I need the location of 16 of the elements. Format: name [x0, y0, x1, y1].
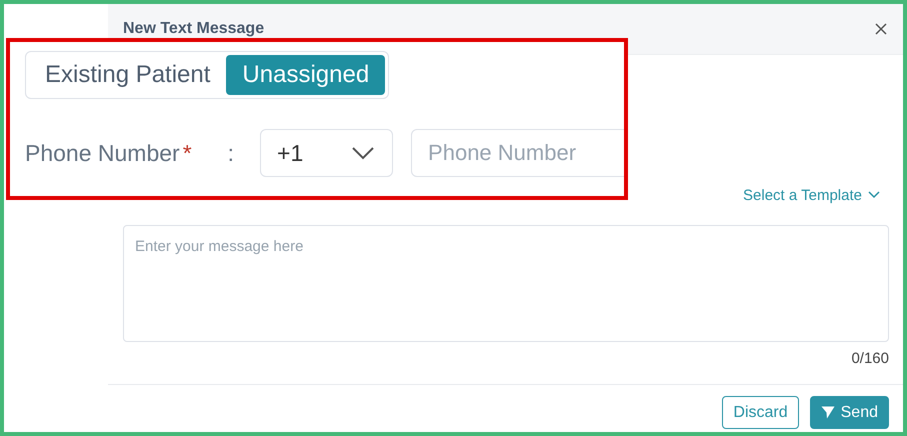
send-button[interactable]: Send: [810, 396, 889, 429]
close-icon[interactable]: [875, 23, 887, 35]
phone-number-field[interactable]: Phone Number: [411, 129, 624, 177]
send-icon: [820, 406, 835, 419]
chevron-down-icon: [868, 191, 880, 199]
toggle-option[interactable]: Unassigned: [226, 55, 386, 95]
template-dropdown[interactable]: Select a Template: [743, 183, 889, 207]
toggle-option[interactable]: Existing Patient: [29, 55, 226, 95]
character-counter: 0/160: [851, 350, 889, 369]
phone-label: Phone Number*: [25, 140, 192, 166]
message-field[interactable]: Enter your message here: [123, 225, 889, 342]
dialog-title: New Text Message: [123, 20, 264, 38]
chevron-down-icon: [352, 146, 374, 160]
separator: :: [228, 140, 234, 166]
discard-button[interactable]: Discard: [722, 396, 799, 429]
country-code-dropdown[interactable]: +1: [260, 129, 394, 177]
